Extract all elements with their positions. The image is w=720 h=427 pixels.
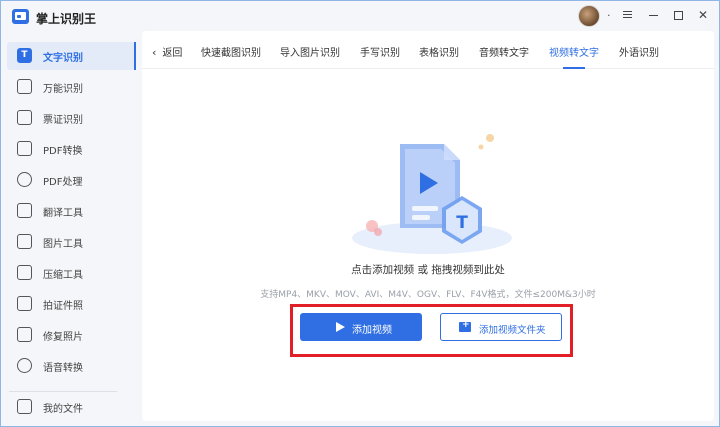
sidebar-item-image-tool[interactable]: 图片工具 <box>7 228 135 256</box>
compress-icon <box>17 265 32 280</box>
tab-import-image[interactable]: 导入图片识别 <box>280 44 340 59</box>
tab-handwriting[interactable]: 手写识别 <box>360 44 400 59</box>
title-dot: · <box>607 9 611 22</box>
main-panel: ‹ 返回 快速截图识别 导入图片识别 手写识别 表格识别 音频转文字 视频转文字 … <box>142 31 714 421</box>
photo-repair-icon <box>17 327 32 342</box>
app-logo-icon <box>12 9 29 24</box>
tab-foreign-language[interactable]: 外语识别 <box>619 44 659 59</box>
minimize-icon[interactable] <box>646 7 660 23</box>
highlight-annotation <box>290 304 573 357</box>
sidebar-item-my-files[interactable]: 我的文件 <box>7 393 135 421</box>
sidebar-item-label: 万能识别 <box>43 84 83 95</box>
back-label: 返回 <box>162 48 183 59</box>
sidebar-item-label: 票证识别 <box>43 115 83 126</box>
id-photo-icon <box>17 296 32 311</box>
svg-text:T: T <box>456 213 468 233</box>
sidebar-item-pdf-convert[interactable]: PDF转换 <box>7 135 135 163</box>
sidebar-item-voice-convert[interactable]: 语音转换 <box>7 352 135 380</box>
sidebar-item-label: 语音转换 <box>43 363 83 374</box>
sidebar-item-universal[interactable]: 万能识别 <box>7 73 135 101</box>
sidebar-divider <box>9 391 117 392</box>
sidebar-item-label: 拍证件照 <box>43 301 83 312</box>
text-recognition-icon: T <box>17 48 32 63</box>
sidebar-item-label: 图片工具 <box>43 239 83 250</box>
sidebar-item-id-photo[interactable]: 拍证件照 <box>7 290 135 318</box>
sidebar-item-photo-repair[interactable]: 修复照片 <box>7 321 135 349</box>
sidebar: T 文字识别 万能识别 票证识别 PDF转换 PDF处理 翻译工具 图片工具 压… <box>1 31 136 426</box>
drop-prompt: 点击添加视频 或 拖拽视频到此处 <box>351 264 505 276</box>
tab-quick-screenshot[interactable]: 快速截图识别 <box>201 44 261 59</box>
sidebar-item-ticket[interactable]: 票证识别 <box>7 104 135 132</box>
sidebar-item-label: 文字识别 <box>43 53 83 64</box>
sidebar-item-label: PDF处理 <box>43 177 83 188</box>
sidebar-item-text-recognition[interactable]: T 文字识别 <box>7 42 136 70</box>
supported-formats: 支持MP4、MKV、MOV、AVI、M4V、OGV、FLV、F4V格式，文件≤2… <box>260 290 596 300</box>
sidebar-item-compress[interactable]: 压缩工具 <box>7 259 135 287</box>
active-tab-indicator <box>563 67 585 69</box>
app-window: 掌上识别王 · ✕ T 文字识别 万能识别 票证识别 PDF转换 PDF处理 翻… <box>0 0 720 427</box>
title-bar: 掌上识别王 · ✕ <box>1 1 719 31</box>
universal-scan-icon <box>17 79 32 94</box>
translate-icon <box>17 203 32 218</box>
tab-video-to-text[interactable]: 视频转文字 <box>549 44 599 59</box>
chevron-left-icon: ‹ <box>152 46 157 59</box>
pdf-convert-icon <box>17 141 32 156</box>
menu-icon[interactable] <box>620 7 634 23</box>
sidebar-item-label: 压缩工具 <box>43 270 83 281</box>
sidebar-item-pdf-process[interactable]: PDF处理 <box>7 166 135 194</box>
voice-convert-icon <box>17 358 32 373</box>
ticket-icon <box>17 110 32 125</box>
app-title: 掌上识别王 <box>36 12 97 26</box>
sidebar-item-label: 修复照片 <box>43 332 83 343</box>
back-button[interactable]: ‹ 返回 <box>152 44 182 59</box>
sidebar-item-label: 翻译工具 <box>43 208 83 219</box>
user-avatar[interactable] <box>578 5 600 27</box>
pdf-process-icon <box>17 172 32 187</box>
tab-audio-to-text[interactable]: 音频转文字 <box>479 44 529 59</box>
tab-bar: ‹ 返回 快速截图识别 导入图片识别 手写识别 表格识别 音频转文字 视频转文字 … <box>142 31 714 69</box>
video-document-illustration: T <box>352 134 512 254</box>
my-files-icon <box>17 399 32 414</box>
tab-table[interactable]: 表格识别 <box>419 44 459 59</box>
sidebar-item-label: PDF转换 <box>43 146 83 157</box>
sidebar-item-label: 我的文件 <box>43 404 83 415</box>
maximize-icon[interactable] <box>671 7 685 23</box>
sidebar-item-translate[interactable]: 翻译工具 <box>7 197 135 225</box>
close-icon[interactable]: ✕ <box>696 7 710 23</box>
image-tool-icon <box>17 234 32 249</box>
